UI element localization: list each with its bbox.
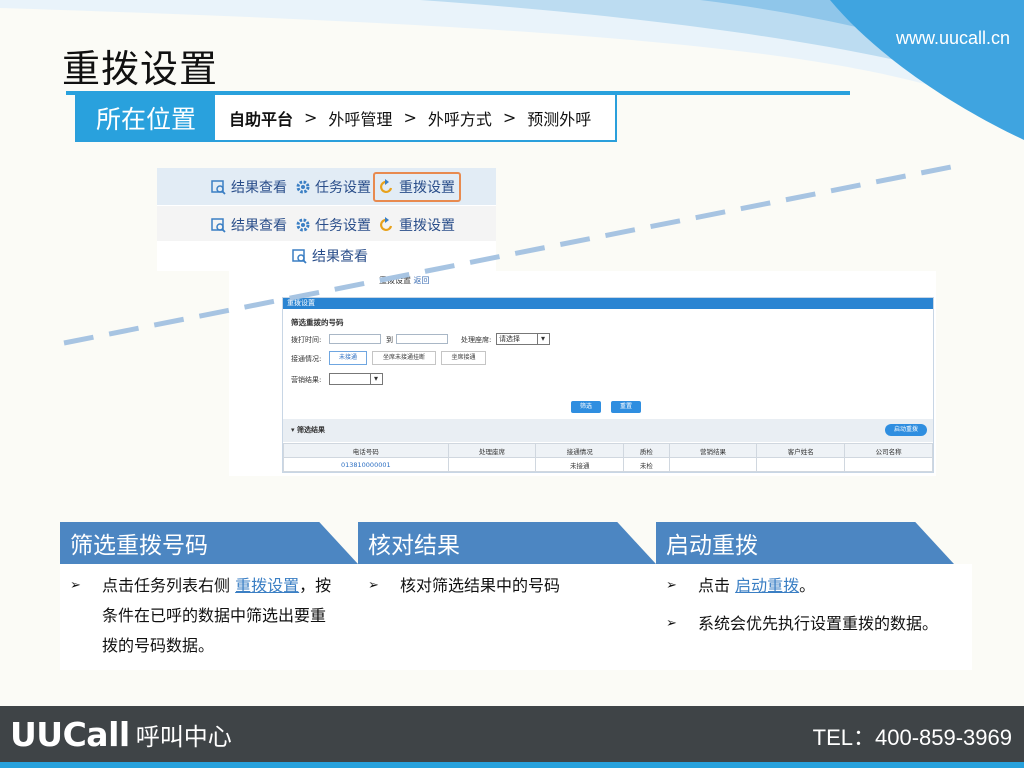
card-header-verify: 核对结果 — [358, 522, 656, 564]
result-table: 电话号码 处理座席 接通情况 质检 营销结果 客户姓名 公司名称 013810000001 未… — [283, 443, 933, 472]
table-row: 013810000001 未接通 未检 — [283, 457, 933, 472]
task-settings-link[interactable]: 任务设置 — [295, 177, 371, 197]
gear-icon — [296, 180, 310, 193]
view-results-link[interactable]: 结果查看 — [211, 215, 287, 235]
marketing-label: 营销结果: — [291, 376, 322, 384]
to-label: 到 — [386, 336, 393, 344]
task-row: 结果查看 — [157, 241, 496, 271]
breadcrumb-separator: > — [304, 108, 318, 127]
card-body-verify: ➢ 核对筛选结果中的号码 — [358, 564, 656, 670]
location-label: 所在位置 — [77, 95, 215, 140]
card-body-filter: ➢ 点击任务列表右侧 重拨设置，按条件在已呼的数据中筛选出要重拨的号码数据。 — [60, 564, 358, 670]
table-cell — [756, 457, 846, 472]
connect-label: 接通情况: — [291, 355, 322, 363]
breadcrumb-item-outbound[interactable]: 外呼管理 — [328, 106, 392, 130]
redial-settings-screenshot: 重拨设置 返回 重拨设置 筛选重拨的号码 拨打时间: 到 处理座席: 请选择 接… — [229, 271, 936, 476]
task-row: 结果查看 任务设置 重拨设置 — [157, 206, 496, 243]
reset-button[interactable]: 重置 — [611, 401, 641, 413]
form-title: 筛选重拨的号码 — [291, 318, 344, 327]
refresh-icon — [380, 178, 393, 193]
seat-select[interactable]: 请选择 — [496, 333, 550, 345]
location-bar: 所在位置 自助平台 > 外呼管理 > 外呼方式 > 预测外呼 — [75, 95, 617, 142]
table-cell — [844, 457, 933, 472]
call-time-end-input[interactable] — [396, 334, 448, 344]
back-link[interactable]: 返回 — [414, 276, 430, 285]
table-header: 公司名称 — [844, 443, 933, 458]
gear-icon — [296, 218, 310, 231]
call-time-start-input[interactable] — [329, 334, 381, 344]
table-cell[interactable]: 013810000001 — [283, 457, 449, 472]
connect-tab-connected[interactable]: 坐席接通 — [441, 351, 486, 365]
list-item: ➢ 点击 启动重拨。 — [656, 571, 972, 601]
table-cell: 未接通 — [535, 457, 625, 472]
connect-tab-hangup[interactable]: 坐席未接通挂断 — [372, 351, 436, 365]
magnifier-icon — [211, 217, 226, 233]
table-cell: 未检 — [623, 457, 670, 472]
view-results-link[interactable]: 结果查看 — [292, 246, 368, 266]
page-title: 重拨设置 — [62, 47, 219, 91]
task-actions-screenshot: 结果查看 任务设置 重拨设置 结果查看 任务设置 重拨设置 结果查看 — [157, 168, 496, 271]
bullet-icon: ➢ — [666, 616, 677, 631]
table-header: 处理座席 — [447, 443, 537, 458]
start-redial-link[interactable]: 启动重拨 — [735, 576, 799, 595]
list-item: ➢ 系统会优先执行设置重拨的数据。 — [656, 609, 972, 639]
call-time-label: 拨打时间: — [291, 336, 322, 344]
phone-number: TEL：400-859-3969 — [812, 725, 1012, 750]
app-top-links: 重拨设置 返回 — [379, 275, 430, 286]
list-item: ➢ 点击任务列表右侧 重拨设置，按条件在已呼的数据中筛选出要重拨的号码数据。 — [60, 571, 358, 661]
footer-strip — [0, 762, 1024, 768]
site-url: www.uucall.cn — [895, 28, 1010, 48]
bullet-icon: ➢ — [368, 578, 379, 593]
footer: UUCall 呼叫中心 TEL：400-859-3969 — [0, 706, 1024, 762]
breadcrumb-separator: > — [403, 108, 417, 127]
card-header-filter: 筛选重拨号码 — [60, 522, 358, 564]
breadcrumb: 自助平台 > 外呼管理 > 外呼方式 > 预测外呼 — [215, 106, 591, 130]
card-header-start: 启动重拨 — [656, 522, 954, 564]
filter-form: 筛选重拨的号码 拨打时间: 到 处理座席: 请选择 接通情况: 未接通 坐席未接… — [283, 309, 933, 417]
table-header: 接通情况 — [535, 443, 625, 458]
table-cell — [447, 457, 537, 472]
magnifier-icon — [211, 179, 226, 195]
view-results-link[interactable]: 结果查看 — [211, 177, 287, 197]
filter-button[interactable]: 筛选 — [571, 401, 601, 413]
task-row: 结果查看 任务设置 重拨设置 — [157, 168, 496, 205]
connect-tab-missed[interactable]: 未接通 — [329, 351, 367, 365]
redial-settings-link[interactable]: 重拨设置 — [379, 215, 455, 235]
task-settings-link[interactable]: 任务设置 — [295, 215, 371, 235]
table-header: 客户姓名 — [756, 443, 846, 458]
redial-panel: 重拨设置 筛选重拨的号码 拨打时间: 到 处理座席: 请选择 接通情况: 未接通… — [282, 297, 934, 473]
breadcrumb-item-method[interactable]: 外呼方式 — [428, 106, 492, 130]
panel-header: 重拨设置 — [283, 298, 933, 309]
breadcrumb-item-predictive[interactable]: 预测外呼 — [527, 106, 591, 130]
table-cell — [668, 457, 758, 472]
bullet-icon: ➢ — [70, 578, 81, 593]
table-header: 电话号码 — [283, 443, 449, 458]
bullet-icon: ➢ — [666, 578, 677, 593]
magnifier-icon — [292, 249, 307, 264]
list-item: ➢ 核对筛选结果中的号码 — [358, 571, 656, 601]
seat-label: 处理座席: — [461, 336, 492, 344]
redial-settings-link[interactable]: 重拨设置 — [235, 576, 299, 595]
result-title[interactable]: ▾ 筛选结果 — [291, 426, 325, 434]
breadcrumb-item-platform[interactable]: 自助平台 — [229, 106, 293, 130]
redial-settings-link[interactable]: 重拨设置 — [373, 171, 461, 202]
refresh-icon — [380, 216, 393, 231]
start-redial-button[interactable]: 启动重拨 — [885, 424, 927, 436]
card-body-start: ➢ 点击 启动重拨。 ➢ 系统会优先执行设置重拨的数据。 — [656, 564, 972, 670]
app-top-title: 重拨设置 — [379, 276, 411, 285]
breadcrumb-separator: > — [502, 108, 517, 127]
table-header: 质检 — [623, 443, 670, 458]
result-bar: ▾ 筛选结果 启动重拨 — [283, 419, 933, 442]
table-header: 营销结果 — [668, 443, 758, 458]
brand-subtitle: 呼叫中心 — [135, 722, 232, 751]
brand-logo: UUCall — [10, 714, 130, 754]
marketing-select[interactable] — [329, 373, 383, 385]
